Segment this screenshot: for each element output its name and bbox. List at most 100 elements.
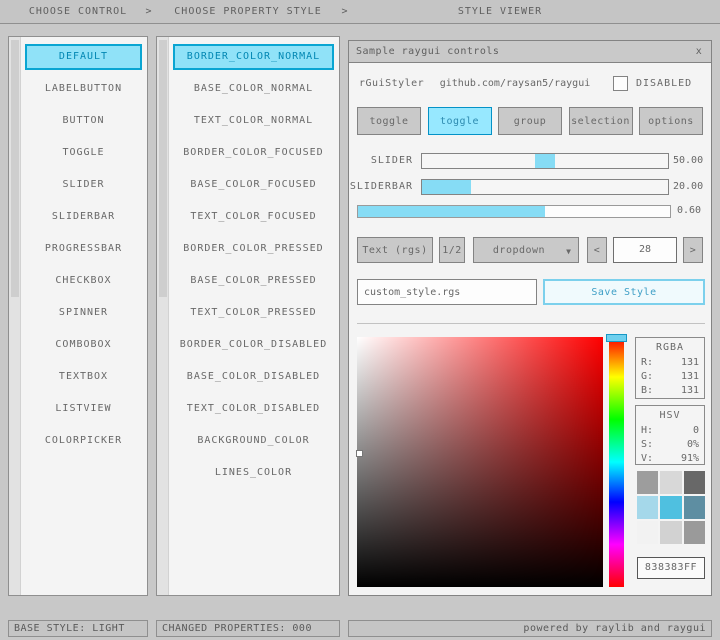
disabled-checkbox[interactable] (613, 76, 628, 91)
property-item-text_color_disabled[interactable]: TEXT_COLOR_DISABLED (173, 396, 334, 422)
toggle-button-selection[interactable]: selection (569, 107, 633, 135)
text-rgs-button[interactable]: Text (rgs) (357, 237, 433, 263)
property-item-text_color_normal[interactable]: TEXT_COLOR_NORMAL (173, 108, 334, 134)
property-item-border_color_pressed[interactable]: BORDER_COLOR_PRESSED (173, 236, 334, 262)
rgba-title: RGBA (641, 342, 699, 353)
controls-list: DEFAULT LABELBUTTON BUTTON TOGGLE SLIDER SLID… (25, 44, 142, 460)
hsv-row-v: V: 91% (641, 452, 699, 466)
control-item-button[interactable]: BUTTON (25, 108, 142, 134)
palette-swatch-4[interactable] (660, 496, 681, 519)
control-item-sliderbar[interactable]: SLIDERBAR (25, 204, 142, 230)
progressbar (357, 205, 671, 218)
toggle-button-toggle-1[interactable]: toggle (357, 107, 421, 135)
control-item-labelbutton[interactable]: LABELBUTTON (25, 76, 142, 102)
hsv-s-value: 0% (687, 438, 699, 452)
step-choose-property-style: CHOOSE PROPERTY STYLE (156, 0, 340, 24)
spinner-decrement-icon[interactable]: < (587, 237, 607, 263)
close-icon[interactable]: x (691, 44, 707, 60)
progressbar-value: 0.60 (677, 205, 711, 216)
step-choose-control: CHOOSE CONTROL (8, 0, 148, 24)
dropdown-value: dropdown (493, 245, 545, 256)
dropdown-arrow-icon: ▼ (566, 247, 571, 256)
color-saturation-value-picker[interactable] (357, 337, 603, 587)
rgba-row-r: R: 131 (641, 356, 699, 370)
control-item-checkbox[interactable]: CHECKBOX (25, 268, 142, 294)
toggle-group: toggle toggle group selection options (357, 107, 703, 135)
palette-swatch-2[interactable] (684, 471, 705, 494)
step-style-viewer: STYLE VIEWER (352, 0, 648, 24)
hue-slider-handle[interactable] (606, 334, 627, 342)
slider-handle[interactable] (535, 154, 555, 168)
control-item-progressbar[interactable]: PROGRESSBAR (25, 236, 142, 262)
window-titlebar[interactable]: Sample raygui controls x (349, 41, 711, 63)
control-item-colorpicker[interactable]: COLORPICKER (25, 428, 142, 454)
control-item-textbox[interactable]: TEXTBOX (25, 364, 142, 390)
palette-swatch-3[interactable] (637, 496, 658, 519)
dropdown-select[interactable]: dropdown ▼ (473, 237, 579, 263)
control-item-listview[interactable]: LISTVIEW (25, 396, 142, 422)
slider[interactable] (421, 153, 669, 169)
property-item-base_color_normal[interactable]: BASE_COLOR_NORMAL (173, 76, 334, 102)
rgba-g-value: 131 (681, 370, 699, 384)
hue-bar[interactable] (609, 337, 624, 587)
palette-swatch-6[interactable] (637, 521, 658, 544)
status-base-style: BASE STYLE: LIGHT (8, 620, 148, 637)
toggle-button-options[interactable]: options (639, 107, 703, 135)
palette-swatch-8[interactable] (684, 521, 705, 544)
palette-swatch-5[interactable] (684, 496, 705, 519)
properties-panel: BORDER_COLOR_NORMAL BASE_COLOR_NORMAL TEXT… (156, 36, 340, 596)
property-item-background_color[interactable]: BACKGROUND_COLOR (173, 428, 334, 454)
property-item-base_color_focused[interactable]: BASE_COLOR_FOCUSED (173, 172, 334, 198)
hsv-h-value: 0 (693, 424, 699, 438)
property-item-text_color_pressed[interactable]: TEXT_COLOR_PRESSED (173, 300, 334, 326)
properties-scrollbar-thumb[interactable] (159, 40, 167, 297)
slider-label: SLIDER (349, 155, 413, 166)
palette-swatch-0[interactable] (637, 471, 658, 494)
hsv-h-label: H: (641, 424, 653, 438)
palette-swatch-1[interactable] (660, 471, 681, 494)
save-style-button[interactable]: Save Style (543, 279, 705, 305)
controls-scrollbar[interactable] (9, 37, 21, 595)
filename-input[interactable] (357, 279, 537, 305)
hsv-v-value: 91% (681, 452, 699, 466)
property-item-base_color_disabled[interactable]: BASE_COLOR_DISABLED (173, 364, 334, 390)
disabled-checkbox-label: DISABLED (636, 78, 692, 89)
palette-grid (637, 471, 705, 544)
toggle-button-toggle-2-active[interactable]: toggle (428, 107, 492, 135)
hsv-s-label: S: (641, 438, 653, 452)
window-title: Sample raygui controls (356, 46, 499, 57)
property-item-base_color_pressed[interactable]: BASE_COLOR_PRESSED (173, 268, 334, 294)
hsv-row-s: S: 0% (641, 438, 699, 452)
property-item-border_color_disabled[interactable]: BORDER_COLOR_DISABLED (173, 332, 334, 358)
property-item-border_color_normal[interactable]: BORDER_COLOR_NORMAL (173, 44, 334, 70)
spinner-increment-icon[interactable]: > (683, 237, 703, 263)
spinner-value-box[interactable]: 28 (613, 237, 677, 263)
hsv-title: HSV (641, 410, 699, 421)
control-item-spinner[interactable]: SPINNER (25, 300, 142, 326)
palette-swatch-7[interactable] (660, 521, 681, 544)
control-item-toggle[interactable]: TOGGLE (25, 140, 142, 166)
property-item-border_color_focused[interactable]: BORDER_COLOR_FOCUSED (173, 140, 334, 166)
repo-link[interactable]: github.com/raysan5/raygui (427, 78, 603, 89)
chevron-right-icon: > (338, 0, 352, 24)
hex-value-box[interactable]: 838383FF (637, 557, 705, 579)
controls-scrollbar-thumb[interactable] (11, 40, 19, 297)
properties-scrollbar[interactable] (157, 37, 169, 595)
half-button[interactable]: 1/2 (439, 237, 465, 263)
property-item-lines_color[interactable]: LINES_COLOR (173, 460, 334, 486)
color-picker-cursor[interactable] (356, 450, 363, 457)
status-powered-by: powered by raylib and raygui (348, 620, 712, 637)
control-item-default[interactable]: DEFAULT (25, 44, 142, 70)
control-item-combobox[interactable]: COMBOBOX (25, 332, 142, 358)
rgba-g-label: G: (641, 370, 653, 384)
property-item-text_color_focused[interactable]: TEXT_COLOR_FOCUSED (173, 204, 334, 230)
breadcrumb-bar: CHOOSE CONTROL > CHOOSE PROPERTY STYLE >… (0, 0, 720, 24)
rgba-row-g: G: 131 (641, 370, 699, 384)
sliderbar[interactable] (421, 179, 669, 195)
control-item-slider[interactable]: SLIDER (25, 172, 142, 198)
progressbar-fill (358, 206, 545, 217)
hsv-v-label: V: (641, 452, 653, 466)
chevron-right-icon: > (142, 0, 156, 24)
hsv-panel: HSV H: 0 S: 0% V: 91% (635, 405, 705, 465)
toggle-button-group[interactable]: group (498, 107, 562, 135)
